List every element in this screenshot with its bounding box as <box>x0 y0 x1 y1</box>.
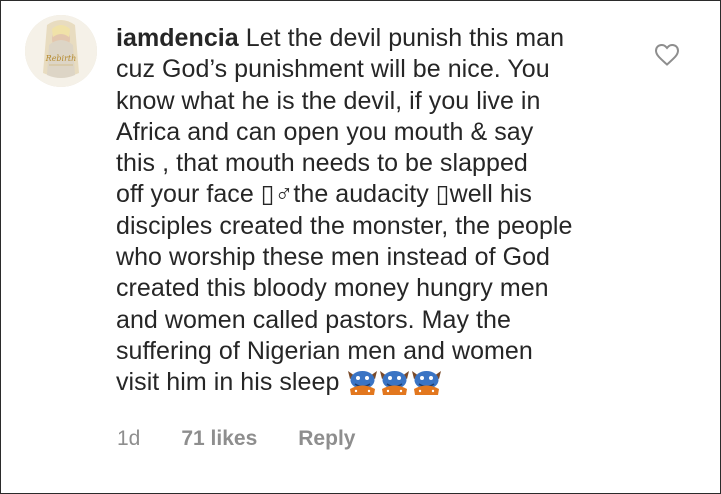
like-heart-icon[interactable] <box>654 43 680 67</box>
comment-timestamp: 1d <box>117 427 141 450</box>
comment-line: created this bloody money hungry men <box>116 274 549 303</box>
comment-line: off your face ▯♂the audacity ▯well his <box>116 180 532 209</box>
comment-line: visit him in his sleep <box>116 368 340 397</box>
comment-line: Africa and can open you mouth & say <box>116 117 534 146</box>
comment-card: Rebirth iamdencia Let the devil punish t… <box>0 0 721 494</box>
comment-line: know what he is the devil, if you live i… <box>116 86 541 115</box>
reply-button[interactable]: Reply <box>298 427 355 451</box>
likes-count-link[interactable]: 71 likes <box>181 427 257 451</box>
comment-username[interactable]: iamdencia <box>116 24 239 52</box>
ogre-emoji-icon <box>412 371 442 396</box>
avatar-logo-text: Rebirth <box>45 54 77 63</box>
comment-body: iamdencia Let the devil punish this man … <box>116 23 636 405</box>
avatar-image: Rebirth <box>25 15 97 87</box>
comment-line: and women called pastors. May the <box>116 305 511 334</box>
comment-line: Let the devil punish this man <box>245 24 565 52</box>
comment-line: suffering of Nigerian men and women <box>116 336 533 365</box>
avatar[interactable]: Rebirth <box>25 15 97 87</box>
comment-line: this , that mouth needs to be slapped <box>116 149 528 178</box>
ogre-emoji-icon <box>348 371 378 396</box>
comment-meta: 1d 71 likes Reply <box>117 427 355 451</box>
ogre-emoji-icon <box>380 371 410 396</box>
comment-line: cuz God’s punishment will be nice. You <box>116 55 550 84</box>
comment-line: who worship these men instead of God <box>116 243 550 272</box>
emoji-group <box>347 369 443 404</box>
comment-line: disciples created the monster, the peopl… <box>116 211 573 240</box>
